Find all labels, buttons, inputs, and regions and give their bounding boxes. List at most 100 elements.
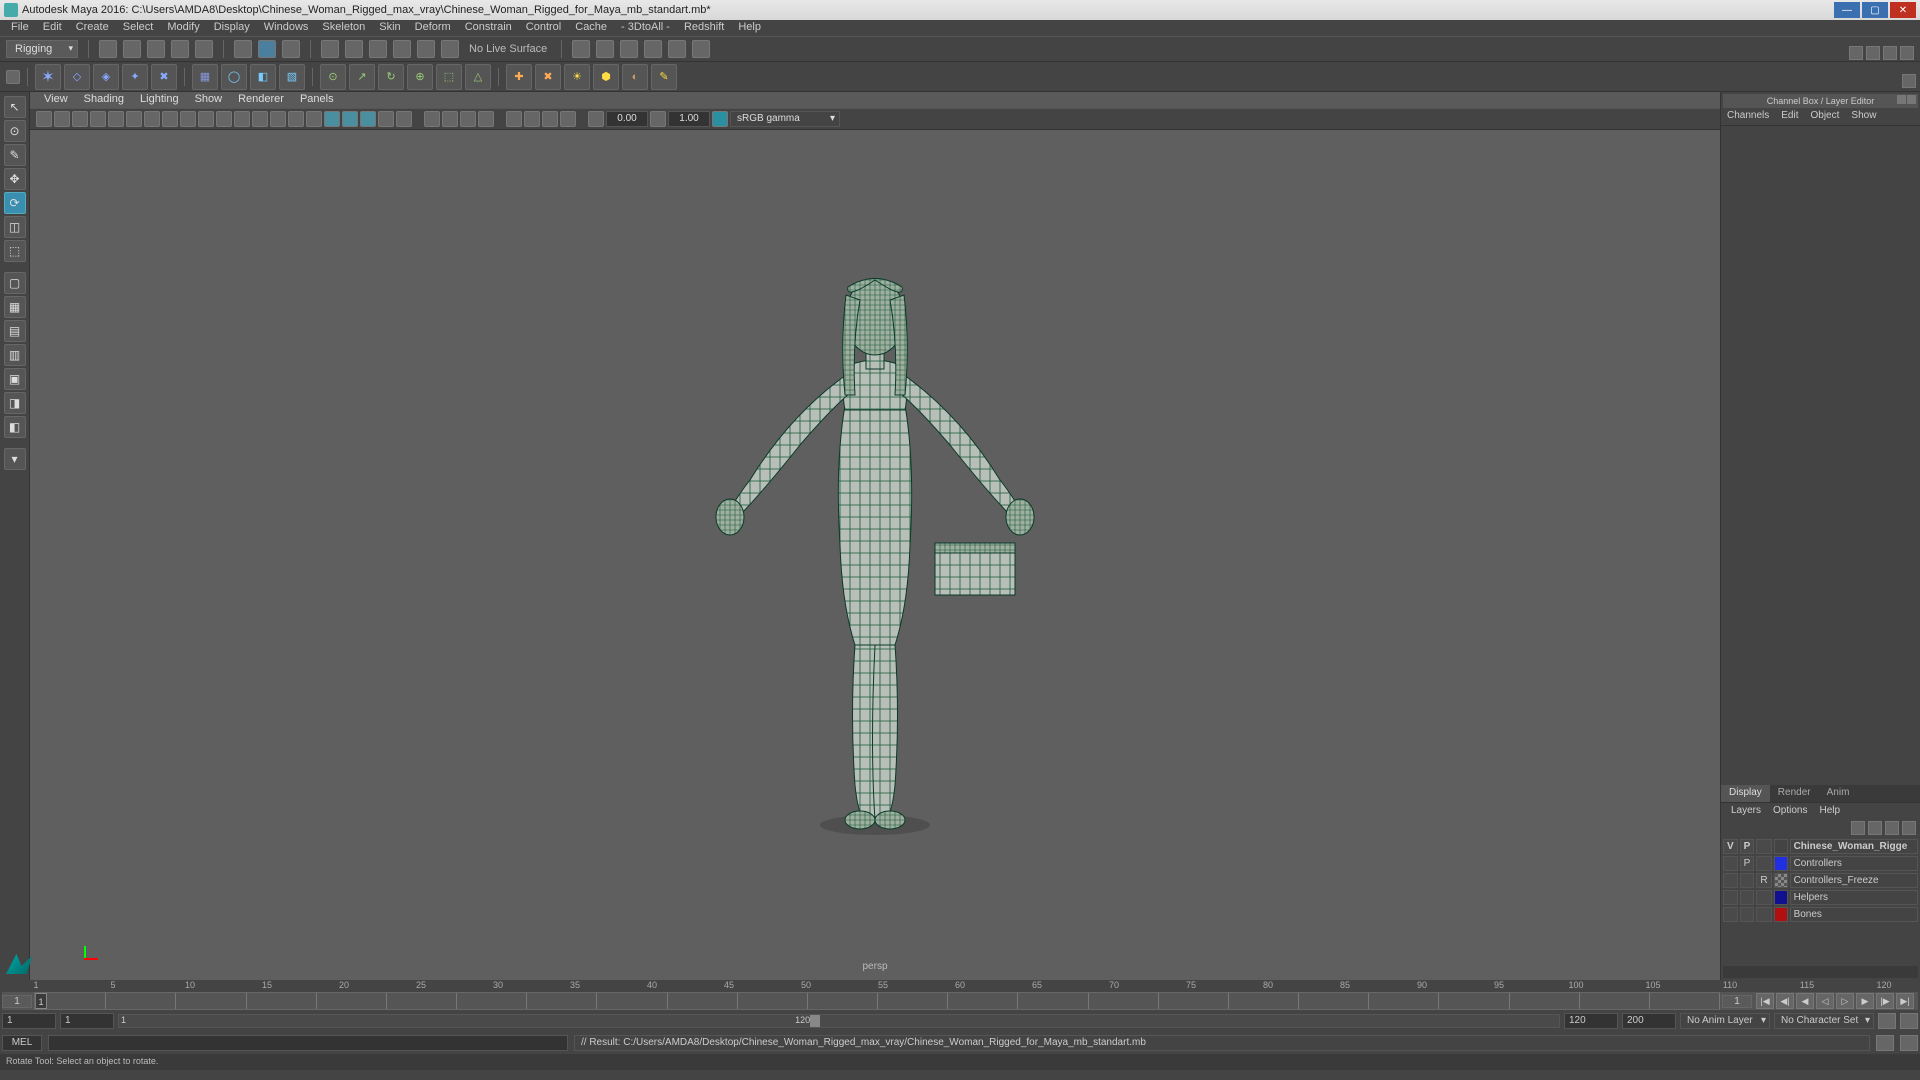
select-tool[interactable]: ↖: [4, 96, 26, 118]
character-set-dropdown[interactable]: No Character Set: [1774, 1013, 1874, 1029]
vp-xray-joints-icon[interactable]: [360, 111, 376, 127]
move-layer-up-icon[interactable]: [1851, 821, 1865, 835]
vp-safe-action-icon[interactable]: [198, 111, 214, 127]
menu-help[interactable]: Help: [731, 20, 768, 36]
layer-row[interactable]: Helpers: [1723, 890, 1918, 905]
pole-vector-icon[interactable]: △: [465, 64, 491, 90]
layer-menu-help[interactable]: Help: [1813, 805, 1846, 817]
outliner-layout[interactable]: ▣: [4, 368, 26, 390]
tab-show[interactable]: Show: [1845, 108, 1882, 125]
layer-name[interactable]: Helpers: [1790, 890, 1918, 905]
snap-live-icon[interactable]: [417, 40, 435, 58]
step-back-button[interactable]: ◀: [1796, 993, 1814, 1009]
vp-xray-icon[interactable]: [342, 111, 358, 127]
single-pane-layout[interactable]: ▢: [4, 272, 26, 294]
range-end-inner[interactable]: 120: [1564, 1013, 1618, 1029]
layer-v[interactable]: [1723, 890, 1738, 905]
layer-v[interactable]: [1723, 873, 1738, 888]
vp-ssao-icon[interactable]: [560, 111, 576, 127]
layer-name[interactable]: Controllers: [1790, 856, 1918, 871]
layer-menu-options[interactable]: Options: [1767, 805, 1813, 817]
scale-tool[interactable]: ◫: [4, 216, 26, 238]
menu-skin[interactable]: Skin: [372, 20, 407, 36]
ipr-icon[interactable]: [596, 40, 614, 58]
snap-grid-icon[interactable]: [321, 40, 339, 58]
vp-gate-mask-icon[interactable]: [180, 111, 196, 127]
layer-row[interactable]: P Controllers: [1723, 856, 1918, 871]
vp-exposure-value[interactable]: 0.00: [606, 111, 648, 127]
layer-swatch[interactable]: [1774, 856, 1788, 871]
tab-channels[interactable]: Channels: [1721, 108, 1775, 125]
range-start-outer[interactable]: 1: [2, 1013, 56, 1029]
toggle-channel-icon[interactable]: [1883, 46, 1897, 60]
vp-dof-icon[interactable]: [424, 111, 440, 127]
snap-view-icon[interactable]: [441, 40, 459, 58]
layer-p[interactable]: [1740, 890, 1755, 905]
layer-v[interactable]: [1723, 856, 1738, 871]
two-pane-layout-2[interactable]: ▥: [4, 344, 26, 366]
toggle-attr-icon[interactable]: [1849, 46, 1863, 60]
layer-p[interactable]: P: [1740, 856, 1755, 871]
menu-edit[interactable]: Edit: [36, 20, 69, 36]
layer-row[interactable]: Bones: [1723, 907, 1918, 922]
layer-swatch[interactable]: [1774, 873, 1788, 888]
vp-gamma-icon[interactable]: [650, 111, 666, 127]
step-forward-key-button[interactable]: |▶: [1876, 993, 1894, 1009]
vp-bookmark-icon[interactable]: [54, 111, 70, 127]
vp-highlight-icon[interactable]: [478, 111, 494, 127]
vp-camera-icon[interactable]: [36, 111, 52, 127]
layer-r[interactable]: [1756, 907, 1771, 922]
range-slider[interactable]: 1 120: [118, 1014, 1560, 1028]
parent-constraint-icon[interactable]: ⊕: [407, 64, 433, 90]
vp-2d-pan-icon[interactable]: [90, 111, 106, 127]
command-input[interactable]: [48, 1035, 568, 1051]
shelf-tab-icon[interactable]: [6, 70, 20, 84]
range-start-inner[interactable]: 1: [60, 1013, 114, 1029]
menu-skeleton[interactable]: Skeleton: [315, 20, 372, 36]
script-editor-icon[interactable]: [1876, 1035, 1894, 1051]
layer-row[interactable]: R Controllers_Freeze: [1723, 873, 1918, 888]
play-forward-button[interactable]: ▷: [1836, 993, 1854, 1009]
vp-shadows-icon[interactable]: [306, 111, 322, 127]
ik-spline-icon[interactable]: ◈: [93, 64, 119, 90]
menu-deform[interactable]: Deform: [408, 20, 458, 36]
toggle-layer-icon[interactable]: [1900, 46, 1914, 60]
step-forward-button[interactable]: ▶: [1856, 993, 1874, 1009]
layer-p[interactable]: [1740, 907, 1755, 922]
vp-gamma-value[interactable]: 1.00: [668, 111, 710, 127]
insert-joint-icon[interactable]: ✦: [122, 64, 148, 90]
maximize-button[interactable]: ▢: [1862, 2, 1888, 18]
vp-lights-icon[interactable]: [288, 111, 304, 127]
layer-swatch[interactable]: [1774, 907, 1788, 922]
menu-3dtoall[interactable]: - 3DtoAll -: [614, 20, 677, 36]
vp-gamma-toggle-icon[interactable]: [460, 111, 476, 127]
vp-exposure-icon[interactable]: [442, 111, 458, 127]
save-scene-icon[interactable]: [147, 40, 165, 58]
graph-layout[interactable]: ◧: [4, 416, 26, 438]
lattice-icon[interactable]: ▦: [192, 64, 218, 90]
blend-shape-icon[interactable]: ◧: [250, 64, 276, 90]
toggle-tool-icon[interactable]: [1866, 46, 1880, 60]
tab-render[interactable]: Render: [1770, 785, 1819, 802]
scale-constraint-icon[interactable]: ⬚: [436, 64, 462, 90]
vp-menu-view[interactable]: View: [36, 92, 76, 108]
workspace-dropdown[interactable]: Rigging: [6, 40, 78, 58]
step-back-key-button[interactable]: ◀|: [1776, 993, 1794, 1009]
vp-exposure-icon2[interactable]: [588, 111, 604, 127]
layer-r[interactable]: [1756, 890, 1771, 905]
menu-redshift[interactable]: Redshift: [677, 20, 731, 36]
vp-colorspace-dropdown[interactable]: sRGB gamma: [730, 111, 840, 127]
close-button[interactable]: ✕: [1890, 2, 1916, 18]
tab-object[interactable]: Object: [1805, 108, 1846, 125]
playhead[interactable]: 1: [35, 993, 47, 1009]
snap-plane-icon[interactable]: [393, 40, 411, 58]
four-pane-layout[interactable]: ▦: [4, 296, 26, 318]
vp-safe-title-icon[interactable]: [216, 111, 232, 127]
joint-tool-icon[interactable]: ✶: [35, 64, 61, 90]
vp-isolate-icon[interactable]: [324, 111, 340, 127]
mirror-joint-icon[interactable]: ✖: [151, 64, 177, 90]
cluster-icon[interactable]: ◯: [221, 64, 247, 90]
go-start-button[interactable]: |◀: [1756, 993, 1774, 1009]
new-scene-icon[interactable]: [99, 40, 117, 58]
wrap-icon[interactable]: ▧: [279, 64, 305, 90]
